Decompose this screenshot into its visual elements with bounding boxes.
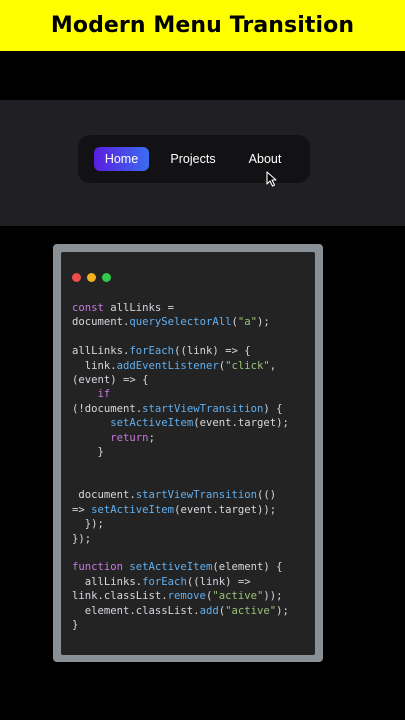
code-token: setActiveItem (91, 503, 175, 516)
code-token: document. (72, 316, 130, 329)
code-window-frame: const allLinks = document.querySelectorA… (53, 244, 323, 662)
code-line: document.startViewTransition(() (72, 489, 276, 501)
minimize-dot-icon (87, 273, 96, 282)
code-token: ); (276, 604, 289, 617)
code-line: element.classList.add("active"); (72, 605, 289, 617)
code-token: ; (148, 431, 155, 444)
maximize-dot-icon (102, 273, 111, 282)
code-token: element.classList. (72, 604, 200, 617)
code-token: "active" (212, 590, 264, 603)
code-line: const allLinks = (72, 302, 174, 314)
code-token: setActiveItem (129, 561, 213, 574)
code-token: remove (167, 590, 206, 603)
code-snippet: const allLinks = document.querySelectorA… (72, 301, 289, 632)
code-token: (element) { (212, 561, 283, 574)
code-line: link.addEventListener("click", (72, 360, 276, 372)
code-token: return (110, 431, 149, 444)
code-line: allLinks.forEach((link) => (72, 576, 251, 588)
title-banner: Modern Menu Transition (0, 0, 405, 51)
code-line: }); (72, 518, 104, 530)
code-token: "active" (225, 604, 277, 617)
mouse-pointer-icon (266, 171, 277, 187)
close-dot-icon (72, 273, 81, 282)
code-token: "a" (237, 316, 257, 329)
code-line: } (72, 619, 78, 631)
code-token: startViewTransition (142, 402, 264, 415)
code-token: , (269, 359, 277, 372)
code-line: (event) => { (72, 374, 149, 386)
nav-link-home[interactable]: Home (94, 147, 149, 171)
code-token: addEventListener (116, 359, 219, 372)
code-token: (!document. (72, 402, 143, 415)
code-token: ((link) => { (174, 345, 251, 358)
code-window: const allLinks = document.querySelectorA… (61, 252, 315, 655)
code-token: ) { (263, 402, 283, 415)
code-token: add (199, 604, 219, 617)
code-token: )); (263, 590, 283, 603)
code-line: } (72, 446, 104, 458)
code-token: setActiveItem (110, 417, 194, 430)
menu-demo-area: Home Projects About (0, 100, 405, 226)
code-token: ((link) => (186, 575, 251, 588)
code-line: }); (72, 533, 91, 545)
nav-link-about[interactable]: About (240, 147, 290, 171)
code-token: forEach (129, 345, 175, 358)
code-line: function setActiveItem(element) { (72, 561, 283, 573)
code-token: (event) => { (72, 374, 149, 387)
code-line: return; (72, 432, 155, 444)
code-line: if (72, 388, 111, 401)
code-token: link. (72, 359, 117, 372)
code-token: }); (72, 532, 92, 545)
code-token: const (72, 302, 111, 314)
code-line: document.querySelectorAll("a"); (72, 316, 270, 328)
code-token: => (72, 503, 92, 516)
code-line: allLinks.forEach((link) => { (72, 345, 251, 357)
code-token: link.classList. (72, 590, 168, 603)
code-token: querySelectorAll (129, 316, 232, 329)
code-token: (event.target)); (174, 503, 277, 516)
code-token: }); (72, 518, 104, 531)
code-token: document. (72, 489, 136, 502)
code-token: } (72, 446, 104, 459)
code-line: (!document.startViewTransition) { (72, 403, 283, 415)
code-token: } (72, 618, 79, 631)
code-token: (() (256, 489, 277, 502)
code-token: startViewTransition (135, 489, 257, 502)
code-line: => setActiveItem(event.target)); (72, 504, 276, 516)
code-token: allLinks. (72, 575, 143, 588)
code-token: (event.target); (193, 417, 289, 430)
code-token: function (72, 561, 130, 574)
code-token: if (97, 388, 111, 401)
code-token: forEach (142, 575, 187, 588)
video-frame: Modern Menu Transition Home Projects Abo… (0, 0, 405, 720)
code-token: allLinks. (72, 345, 130, 358)
nav-link-projects[interactable]: Projects (164, 147, 222, 171)
code-token: allLinks = (110, 302, 175, 314)
code-token: ); (257, 316, 270, 329)
banner-title: Modern Menu Transition (50, 13, 355, 38)
code-line: setActiveItem(event.target); (72, 417, 289, 429)
code-line: link.classList.remove("active")); (72, 590, 283, 602)
code-token: "click" (225, 359, 270, 372)
